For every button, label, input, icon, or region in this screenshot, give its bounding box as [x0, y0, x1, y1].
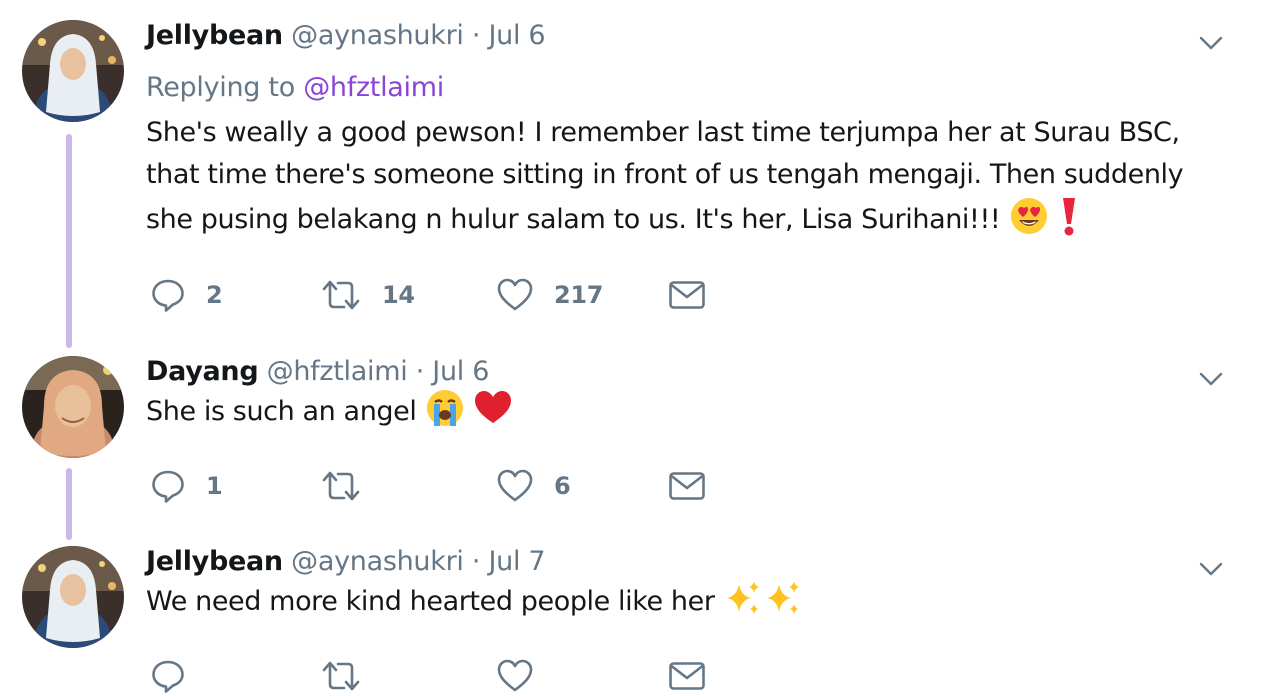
header-separator: · — [471, 546, 481, 577]
tweet-2[interactable]: Dayang @hfztlaimi · Jul 6 She is such an… — [0, 350, 1280, 540]
tweet-header: Jellybean @aynashukri · Jul 7 — [146, 546, 1240, 578]
envelope-icon — [669, 662, 705, 690]
like-count: 217 — [554, 281, 604, 309]
tweet-text: She is such an angel — [146, 388, 1240, 441]
heart-icon — [497, 659, 533, 692]
tweet-1[interactable]: Jellybean @aynashukri · Jul 6 Replying t… — [0, 0, 1280, 350]
reply-button[interactable]: 2 — [150, 275, 223, 315]
avatar-jellybean[interactable] — [22, 546, 124, 648]
user-handle[interactable]: @aynashukri — [291, 546, 464, 577]
retweet-button[interactable] — [320, 466, 382, 506]
retweet-icon — [322, 471, 360, 501]
tweet-text-body: We need more kind hearted people like he… — [146, 586, 715, 617]
reply-icon — [152, 470, 184, 503]
envelope-icon — [669, 281, 705, 309]
replying-to-mention[interactable]: @hfztlaimi — [303, 72, 444, 103]
tweet-text: We need more kind hearted people like he… — [146, 578, 1240, 631]
retweet-count: 14 — [382, 281, 415, 309]
red-heart-emoji — [473, 388, 513, 441]
display-name[interactable]: Jellybean — [146, 546, 283, 577]
reply-icon — [152, 660, 184, 693]
tweet-date[interactable]: Jul 7 — [488, 546, 545, 577]
avatar-dayang[interactable] — [22, 356, 124, 458]
chevron-down-icon[interactable] — [1198, 30, 1224, 56]
display-name[interactable]: Dayang — [146, 356, 259, 387]
heart-eyes-emoji — [1009, 196, 1049, 249]
display-name[interactable]: Jellybean — [146, 20, 283, 51]
like-button[interactable] — [496, 656, 554, 696]
sparkles-emoji — [763, 578, 803, 631]
heart-icon — [497, 278, 533, 311]
reply-button[interactable] — [150, 656, 206, 696]
reply-icon — [152, 279, 184, 312]
direct-message-button[interactable] — [668, 466, 706, 506]
chevron-down-icon[interactable] — [1198, 556, 1224, 582]
user-handle[interactable]: @hfztlaimi — [267, 356, 408, 387]
chevron-down-icon[interactable] — [1198, 366, 1224, 392]
tweet-text: She's weally a good pewson! I remember l… — [146, 112, 1216, 249]
reply-count: 1 — [206, 472, 223, 500]
retweet-icon — [322, 280, 360, 310]
tweet-header: Jellybean @aynashukri · Jul 6 — [146, 20, 1240, 52]
like-button[interactable]: 217 — [496, 275, 604, 315]
header-separator: · — [471, 20, 481, 51]
tweet-text-body: She is such an angel — [146, 396, 417, 427]
tweet-actions: 2 14 217 — [150, 275, 750, 315]
tweet-date[interactable]: Jul 6 — [488, 20, 545, 51]
reply-count: 2 — [206, 281, 223, 309]
avatar-jellybean[interactable] — [22, 20, 124, 122]
like-button[interactable]: 6 — [496, 466, 571, 506]
tweet-actions — [150, 656, 750, 696]
tweet-date[interactable]: Jul 6 — [432, 356, 489, 387]
loudly-crying-emoji — [425, 388, 465, 441]
red-exclamation-emoji — [1057, 196, 1081, 249]
replying-to-label: Replying to — [146, 72, 295, 103]
user-handle[interactable]: @aynashukri — [291, 20, 464, 51]
retweet-button[interactable]: 14 — [320, 275, 415, 315]
thread-line — [66, 468, 72, 540]
header-separator: · — [415, 356, 425, 387]
like-count: 6 — [554, 472, 571, 500]
retweet-icon — [322, 661, 360, 691]
thread-line — [66, 134, 72, 348]
replying-to-line: Replying to @hfztlaimi — [146, 72, 1240, 104]
direct-message-button[interactable] — [668, 656, 706, 696]
reply-button[interactable]: 1 — [150, 466, 223, 506]
direct-message-button[interactable] — [668, 275, 706, 315]
sparkles-emoji — [723, 578, 763, 631]
tweet-3[interactable]: Jellybean @aynashukri · Jul 7 We need mo… — [0, 540, 1280, 695]
heart-icon — [497, 469, 533, 502]
tweet-actions: 1 6 — [150, 466, 750, 506]
retweet-button[interactable] — [320, 656, 382, 696]
envelope-icon — [669, 472, 705, 500]
tweet-header: Dayang @hfztlaimi · Jul 6 — [146, 356, 1240, 388]
